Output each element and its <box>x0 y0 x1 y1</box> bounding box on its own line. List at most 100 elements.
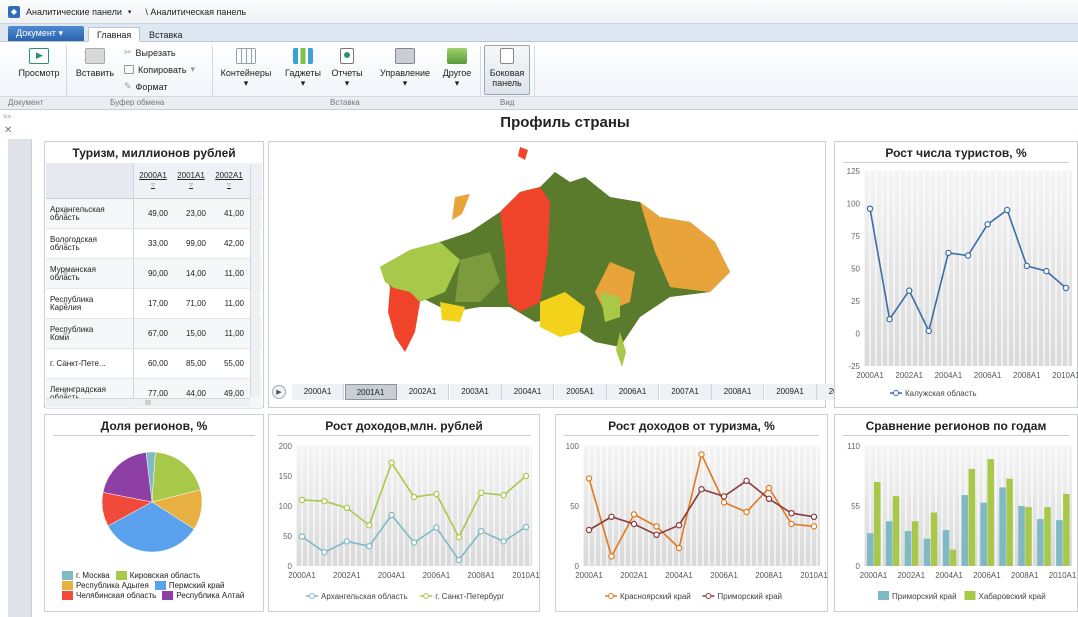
data-point[interactable] <box>298 496 306 504</box>
data-point[interactable] <box>765 495 773 503</box>
table-cell[interactable]: 14,00 <box>172 259 210 288</box>
timeline-year[interactable]: 2008A1 <box>712 384 764 400</box>
filter-icon[interactable]: ⩸ <box>63 329 125 337</box>
data-point[interactable] <box>675 544 683 552</box>
data-point[interactable] <box>788 509 795 517</box>
data-point[interactable] <box>810 513 818 521</box>
data-point[interactable] <box>743 508 750 516</box>
bar[interactable] <box>892 496 900 566</box>
filter-icon[interactable]: ⩸ <box>63 299 125 307</box>
bar[interactable] <box>968 468 976 566</box>
bar[interactable] <box>1018 506 1025 566</box>
filter-icon[interactable]: ⩸ <box>63 359 125 367</box>
data-point[interactable] <box>743 477 750 485</box>
data-point[interactable] <box>455 533 462 541</box>
column-header[interactable]: 2002A1 ▿ <box>210 163 248 198</box>
table-cell[interactable]: 11,00 <box>210 319 248 348</box>
data-point[interactable] <box>477 527 485 535</box>
paste-button[interactable]: Вставить <box>70 46 120 78</box>
data-point[interactable] <box>720 493 728 500</box>
data-point[interactable] <box>608 553 615 560</box>
data-point[interactable] <box>675 521 683 529</box>
bar[interactable] <box>1025 507 1032 566</box>
table-cell[interactable]: 99,00 <box>172 229 210 258</box>
table-cell[interactable]: 11,00 <box>210 289 248 318</box>
timeline-year[interactable]: 2007A1 <box>659 384 712 400</box>
bar[interactable] <box>980 502 987 566</box>
table-cell[interactable]: 17,00 <box>134 289 172 318</box>
table-cell[interactable]: 71,00 <box>172 289 210 318</box>
data-point[interactable] <box>500 538 507 545</box>
data-point[interactable] <box>788 520 795 528</box>
controls-button[interactable]: Управление ▾ <box>380 46 430 89</box>
bar[interactable] <box>949 549 957 566</box>
data-point[interactable] <box>964 252 972 259</box>
cut-button[interactable]: ✂ Вырезать <box>124 47 176 58</box>
bar[interactable] <box>942 530 950 566</box>
data-point[interactable] <box>477 489 485 497</box>
table-cell[interactable]: 60,00 <box>134 349 172 378</box>
data-point[interactable] <box>720 499 728 506</box>
table-cell[interactable]: 85,00 <box>172 349 210 378</box>
table-cell[interactable]: 67,00 <box>134 319 172 348</box>
data-point[interactable] <box>1062 284 1070 292</box>
close-icon[interactable]: ✕ <box>4 125 12 136</box>
timeline-year[interactable]: 2009A1 <box>764 384 817 400</box>
app-menu[interactable]: Аналитические панели <box>26 7 122 17</box>
data-point[interactable] <box>608 513 615 521</box>
data-point[interactable] <box>765 484 773 492</box>
data-point[interactable] <box>365 521 373 529</box>
data-point[interactable] <box>433 490 440 498</box>
bar[interactable] <box>923 538 931 566</box>
data-point[interactable] <box>365 542 373 550</box>
copy-button[interactable]: Копировать ▾ <box>124 64 195 75</box>
timeline-year[interactable]: 2005A1 <box>554 384 607 400</box>
table-row[interactable]: Архангельская область ⩸ 49,00 23,00 41,00 <box>46 199 262 229</box>
data-point[interactable] <box>630 511 638 518</box>
chevron-down-icon[interactable]: ▾ <box>128 8 132 16</box>
bar[interactable] <box>904 531 912 566</box>
data-point[interactable] <box>388 511 395 519</box>
data-point[interactable] <box>698 486 705 493</box>
side-panel-bar[interactable] <box>8 139 32 617</box>
data-point[interactable] <box>630 520 638 528</box>
table-cell[interactable]: 11,00 <box>210 259 248 288</box>
data-point[interactable] <box>388 459 395 466</box>
table-hscrollbar[interactable]: III <box>46 398 250 407</box>
play-button[interactable]: ▶ <box>272 385 286 399</box>
data-point[interactable] <box>945 249 952 257</box>
data-point[interactable] <box>653 531 660 539</box>
bar[interactable] <box>1056 520 1063 566</box>
bar[interactable] <box>867 533 874 566</box>
tab-main[interactable]: Главная <box>88 27 141 42</box>
filter-icon[interactable]: ⩸ <box>63 239 125 247</box>
table-cell[interactable]: 15,00 <box>172 319 210 348</box>
filter-icon[interactable]: ⩸ <box>63 389 125 397</box>
table-vscrollbar[interactable] <box>250 165 260 397</box>
data-point[interactable] <box>522 472 530 480</box>
timeline-year[interactable]: 2001A1 <box>344 384 397 400</box>
timeline-year[interactable]: 2003A1 <box>449 384 502 400</box>
data-point[interactable] <box>585 526 593 534</box>
timeline-year[interactable]: 2004A1 <box>502 384 554 400</box>
bar[interactable] <box>1037 519 1044 566</box>
bar[interactable] <box>999 487 1006 566</box>
data-point[interactable] <box>810 523 818 530</box>
data-point[interactable] <box>522 523 530 531</box>
data-point[interactable] <box>410 493 418 501</box>
data-point[interactable] <box>925 327 933 335</box>
bar[interactable] <box>1006 478 1013 566</box>
data-point[interactable] <box>886 315 893 323</box>
table-cell[interactable]: 55,00 <box>210 349 248 378</box>
table-row[interactable]: г. Санкт-Пете... ⩸ 60,00 85,00 55,00 <box>46 349 262 379</box>
tab-insert[interactable]: Вставка <box>140 27 191 42</box>
timeline-year[interactable]: 2002A1 <box>397 384 449 400</box>
data-point[interactable] <box>343 538 351 545</box>
timeline-slider[interactable]: ▶ 2000A1 2001A1 2002A1 2003A1 2004A1 2005A1 20… <box>272 381 869 403</box>
document-menu-button[interactable]: Документ ▾ <box>8 26 84 41</box>
table-cell[interactable]: 49,00 <box>134 199 172 228</box>
table-cell[interactable]: 41,00 <box>210 199 248 228</box>
data-point[interactable] <box>905 287 913 294</box>
reports-button[interactable]: Отчеты ▾ <box>322 46 372 89</box>
data-point[interactable] <box>653 523 660 530</box>
